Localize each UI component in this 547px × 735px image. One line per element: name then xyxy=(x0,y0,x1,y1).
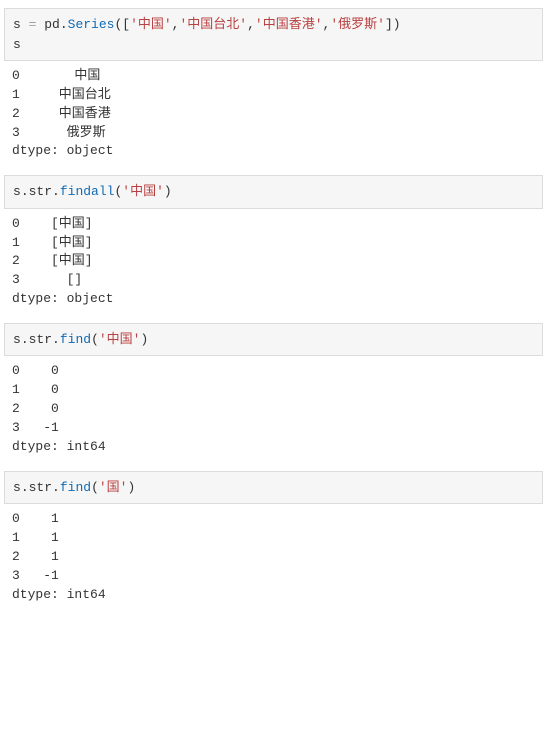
code-token: '中国台北' xyxy=(179,17,247,32)
code-token: '中国' xyxy=(99,332,141,347)
code-input-cell-3[interactable]: s.str.find('国') xyxy=(4,471,543,505)
code-token: . xyxy=(52,480,60,495)
code-token: s xyxy=(13,184,21,199)
code-token: ) xyxy=(164,184,172,199)
code-token: ) xyxy=(140,332,148,347)
code-input-cell-1[interactable]: s.str.findall('中国') xyxy=(4,175,543,209)
code-token: '中国' xyxy=(130,17,172,32)
code-token: ([ xyxy=(114,17,130,32)
code-token: '中国' xyxy=(122,184,164,199)
code-token: '俄罗斯' xyxy=(330,17,385,32)
code-output-cell-2: 0 0 1 0 2 0 3 -1 dtype: int64 xyxy=(4,356,543,466)
code-token: . xyxy=(21,184,29,199)
code-output-cell-1: 0 [中国] 1 [中国] 2 [中国] 3 [] dtype: object xyxy=(4,209,543,319)
notebook-container: s = pd.Series(['中国','中国台北','中国香港','俄罗斯']… xyxy=(4,8,543,614)
code-token: find xyxy=(60,332,91,347)
code-token: s xyxy=(13,332,21,347)
code-token: . xyxy=(21,332,29,347)
code-token: ) xyxy=(127,480,135,495)
code-token: . xyxy=(21,480,29,495)
code-token: str xyxy=(29,184,52,199)
code-token: Series xyxy=(68,17,115,32)
code-token: . xyxy=(52,332,60,347)
code-token: s xyxy=(13,480,21,495)
code-token: . xyxy=(60,17,68,32)
code-token: find xyxy=(60,480,91,495)
code-token: s xyxy=(13,17,29,32)
code-output-cell-0: 0 中国 1 中国台北 2 中国香港 3 俄罗斯 dtype: object xyxy=(4,61,543,171)
code-token: '中国香港' xyxy=(255,17,323,32)
code-input-cell-2[interactable]: s.str.find('中国') xyxy=(4,323,543,357)
code-token: str xyxy=(29,480,52,495)
code-output-cell-3: 0 1 1 1 2 1 3 -1 dtype: int64 xyxy=(4,504,543,614)
code-token: '国' xyxy=(99,480,128,495)
code-token: findall xyxy=(60,184,115,199)
code-token: str xyxy=(29,332,52,347)
code-token: . xyxy=(52,184,60,199)
code-token: ( xyxy=(91,480,99,495)
code-token: , xyxy=(247,17,255,32)
code-token: s xyxy=(13,37,21,52)
code-input-cell-0[interactable]: s = pd.Series(['中国','中国台北','中国香港','俄罗斯']… xyxy=(4,8,543,61)
code-token: pd xyxy=(36,17,59,32)
code-token: ]) xyxy=(385,17,401,32)
code-token: ( xyxy=(91,332,99,347)
